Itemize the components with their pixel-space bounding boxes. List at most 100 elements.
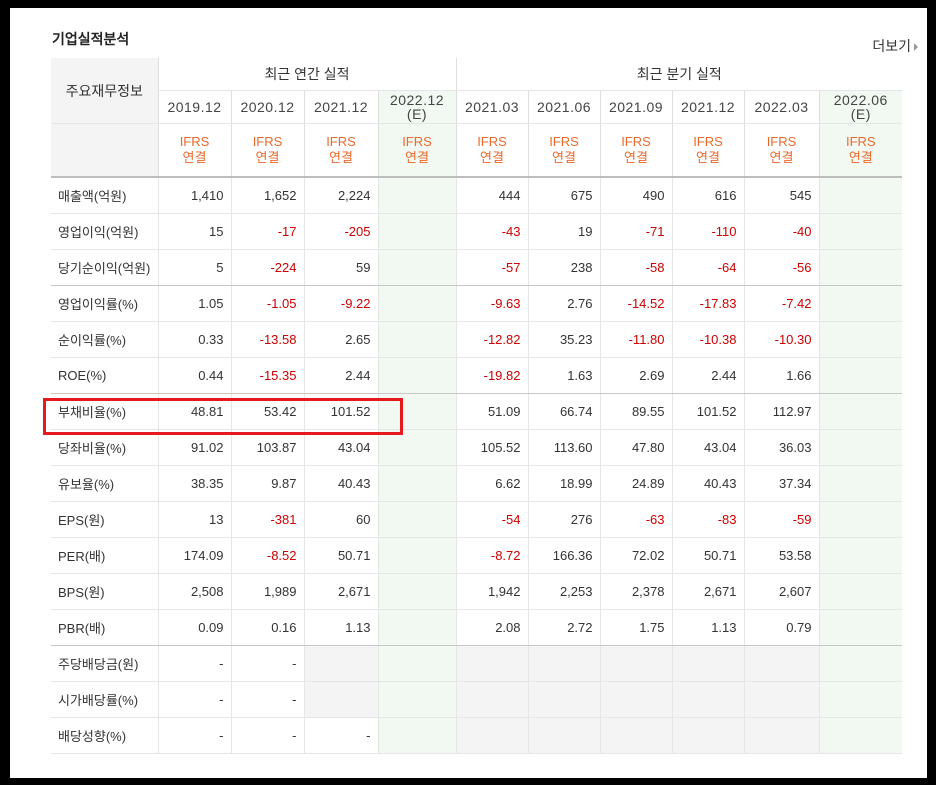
row-label: BPS(원): [51, 573, 158, 610]
table-cell: 101.52: [303, 393, 378, 430]
table-cell: 19: [527, 213, 600, 250]
table-row: ROE(%) 0.44 -15.35 2.44 -19.82 1.63 2.69 2.44 1.…: [51, 357, 903, 394]
table-row: 부채비율(%) 48.81 53.42 101.52 51.09 66.74 89.55 10…: [51, 393, 903, 430]
period-header: 2021.12: [671, 90, 744, 124]
table-cell: -7.42: [743, 285, 819, 322]
table-cell: [818, 285, 903, 322]
ifrs-label: IFRS: [621, 134, 651, 149]
ifrs-label: IFRS: [252, 134, 283, 149]
consolidated-label: 연결: [329, 150, 353, 165]
table-cell: -: [230, 717, 304, 754]
more-link[interactable]: 더보기: [872, 36, 918, 56]
table-cell: 43.04: [671, 429, 744, 466]
table-cell: -: [230, 645, 304, 682]
ifrs-label: IFRS: [179, 134, 210, 149]
consolidated-label: 연결: [769, 150, 794, 165]
table-cell: -10.30: [743, 321, 819, 358]
consolidated-label: 연결: [480, 150, 504, 165]
ifrs-label: IFRS: [477, 134, 507, 149]
table-cell: 113.60: [527, 429, 600, 466]
table-cell: -8.52: [230, 537, 304, 574]
consolidated-label: 연결: [624, 150, 648, 165]
table-row: 순이익률(%) 0.33 -13.58 2.65 -12.82 35.23 -11.80 -1…: [51, 321, 903, 358]
table-row: 매출액(억원) 1,410 1,652 2,224 444 675 490 616 545: [51, 177, 903, 214]
row-label: 주당배당금(원): [51, 645, 158, 682]
table-cell: [818, 321, 903, 358]
table-cell: -1.05: [230, 285, 304, 322]
table-cell: [671, 681, 744, 718]
chevron-right-icon: [914, 43, 918, 52]
row-label: 매출액(억원): [51, 177, 158, 214]
table-cell: [527, 717, 600, 754]
table-cell: 444: [455, 177, 528, 214]
table-cell: [818, 357, 903, 394]
consolidated-label: 연결: [848, 150, 873, 165]
consolidated-label: 연결: [182, 150, 207, 165]
table-cell: [818, 177, 903, 214]
period-header: 2020.12: [230, 90, 304, 124]
table-cell: -12.82: [455, 321, 528, 358]
period-header: 2021.09: [599, 90, 672, 124]
table-cell: [599, 717, 672, 754]
table-cell: 48.81: [157, 393, 231, 430]
table-cell: 1.05: [157, 285, 231, 322]
table-cell: [377, 213, 456, 250]
period-header: 2021.06: [527, 90, 600, 124]
period-label: 2021.09: [608, 99, 664, 115]
table-cell: [303, 681, 378, 718]
table-cell: [377, 681, 456, 718]
table-cell: 36.03: [743, 429, 819, 466]
table-cell: 1,942: [455, 573, 528, 610]
table-cell: 2.72: [527, 609, 600, 646]
table-cell: [599, 645, 672, 682]
table-cell: [377, 609, 456, 646]
table-cell: [818, 393, 903, 430]
table-cell: 24.89: [599, 465, 672, 502]
table-cell: 91.02: [157, 429, 231, 466]
table-cell: -9.63: [455, 285, 528, 322]
table-cell: -71: [599, 213, 672, 250]
ifrs-consolidated-tag: IFRS 연결: [303, 123, 378, 178]
table-cell: [377, 501, 456, 538]
estimate-mark: (E): [850, 106, 871, 122]
table-cell: -58: [599, 249, 672, 286]
table-cell: [377, 393, 456, 430]
table-cell: [818, 465, 903, 502]
table-cell: [303, 645, 378, 682]
table-cell: 50.71: [671, 537, 744, 574]
ifrs-consolidated-tag: IFRS 연결: [671, 123, 744, 178]
row-header-label: 주요재무정보: [51, 58, 158, 124]
table-cell: [818, 537, 903, 574]
table-cell: 1,410: [157, 177, 231, 214]
row-label: 순이익률(%): [51, 321, 158, 358]
table-cell: 101.52: [671, 393, 744, 430]
period-label: 2022.03: [754, 99, 809, 115]
row-label: 당기순이익(억원): [51, 249, 158, 286]
table-cell: 2.44: [671, 357, 744, 394]
period-label: 2021.06: [536, 99, 592, 115]
table-cell: 103.87: [230, 429, 304, 466]
ifrs-label: IFRS: [766, 134, 797, 149]
table-cell: 0.09: [157, 609, 231, 646]
annual-group-header: 최근 연간 실적: [157, 58, 456, 91]
table-cell: 13: [157, 501, 231, 538]
table-cell: -19.82: [455, 357, 528, 394]
table-cell: 53.58: [743, 537, 819, 574]
table-cell: [377, 429, 456, 466]
table-cell: [377, 645, 456, 682]
ifrs-label: IFRS: [845, 134, 876, 149]
table-cell: [377, 285, 456, 322]
table-cell: [377, 717, 456, 754]
period-label: 2021.12: [680, 99, 736, 115]
table-cell: 0.33: [157, 321, 231, 358]
more-label: 더보기: [872, 38, 911, 54]
table-cell: 53.42: [230, 393, 304, 430]
table-cell: 40.43: [303, 465, 378, 502]
table-cell: 1.75: [599, 609, 672, 646]
period-label: 2020.12: [240, 99, 295, 115]
row-label: 당좌비율(%): [51, 429, 158, 466]
table-cell: 238: [527, 249, 600, 286]
table-cell: [818, 501, 903, 538]
table-cell: -381: [230, 501, 304, 538]
table-row: PBR(배) 0.09 0.16 1.13 2.08 2.72 1.75 1.13 0.79: [51, 609, 903, 646]
